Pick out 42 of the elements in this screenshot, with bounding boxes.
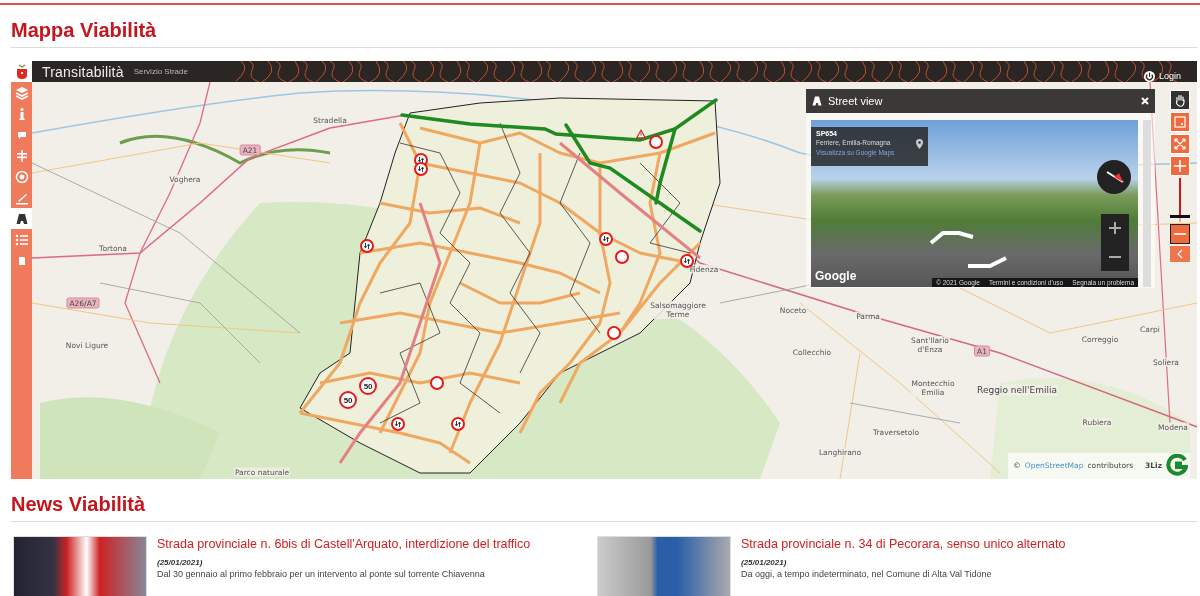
road-icon xyxy=(812,96,822,106)
slider-thumb[interactable] xyxy=(1170,214,1190,218)
close-button[interactable] xyxy=(1141,97,1149,105)
scrollbar[interactable] xyxy=(1143,120,1151,287)
full-extent-button[interactable] xyxy=(1170,134,1190,154)
news-date: (25/01/2021) xyxy=(741,558,788,567)
warning-sign-icon[interactable] xyxy=(636,129,646,139)
zoom-out-button[interactable] xyxy=(1170,224,1190,244)
signpost-icon xyxy=(14,148,29,163)
list-icon xyxy=(14,232,29,247)
two-way-sign-icon[interactable] xyxy=(680,254,694,268)
hand-icon xyxy=(1174,93,1186,107)
zoom-in-button[interactable] xyxy=(1170,156,1190,176)
app-subtitle: Servizio Strade xyxy=(133,67,188,76)
tool-button[interactable] xyxy=(11,208,32,229)
section-title: News Viabilità xyxy=(11,492,147,517)
section-title: Mappa Viabilità xyxy=(11,18,158,43)
plus-icon xyxy=(1174,160,1186,172)
panel-title: Street view xyxy=(828,95,883,107)
pin-icon xyxy=(916,139,923,149)
place-label: Reggio nell'Emilia xyxy=(976,384,1058,396)
zoom-slider[interactable] xyxy=(1170,178,1190,222)
logo-icon xyxy=(1166,454,1188,476)
app-title: Transitabilità xyxy=(42,63,124,80)
compass-icon xyxy=(1097,160,1131,194)
google-wordmark: Google xyxy=(815,269,857,283)
square-icon xyxy=(1174,116,1186,128)
plus-icon xyxy=(1109,222,1121,235)
news-summary: Dal 30 gennaio al primo febbraio per un intervento al ponte sul torrente Chiavenna xyxy=(157,569,486,579)
pan-button[interactable] xyxy=(1170,90,1190,110)
chevron-left-icon xyxy=(1177,249,1183,259)
target-icon xyxy=(14,169,29,184)
news-title-link[interactable]: Strada provinciale n. 6bis di Castell'Arquato, interdizione del traffico xyxy=(157,537,531,551)
layers-icon xyxy=(14,85,29,100)
expand-icon xyxy=(1174,138,1186,150)
close-icon xyxy=(1141,97,1149,105)
login-button[interactable]: Login xyxy=(1143,71,1181,82)
two-way-sign-icon[interactable] xyxy=(414,162,428,176)
news-summary: Da oggi, a tempo indeterminato, nel Comune di Alta Val Tidone xyxy=(741,569,993,579)
news-title-link[interactable]: Strada provinciale n. 34 di Pecorara, senso unico alternato xyxy=(741,537,1066,551)
road-icon xyxy=(14,211,29,226)
news-date: (25/01/2021) xyxy=(157,558,204,567)
